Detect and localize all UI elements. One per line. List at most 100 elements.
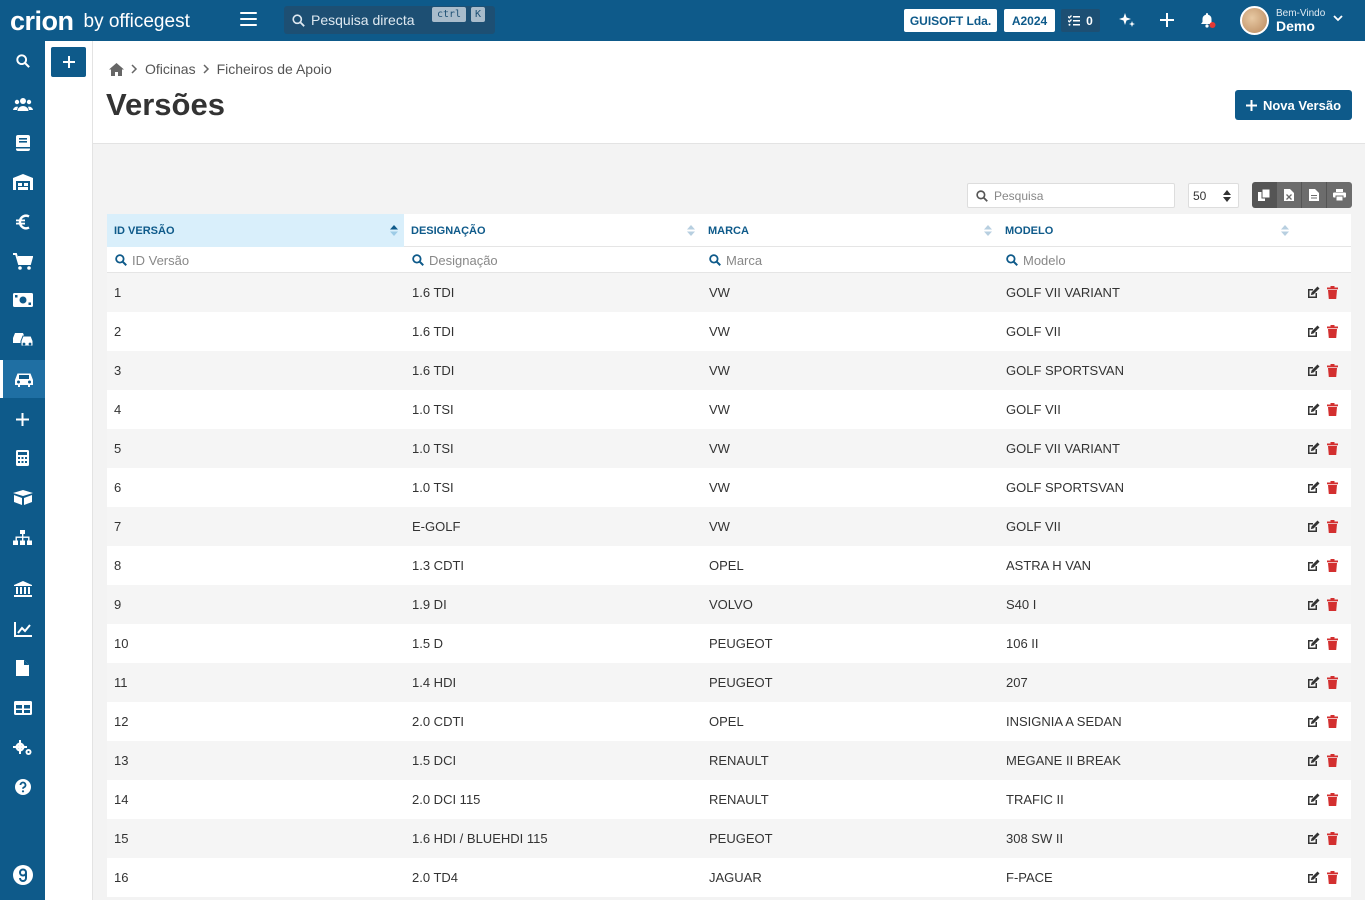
sidebar-item-users[interactable] (0, 85, 45, 123)
breadcrumb-oficinas[interactable]: Oficinas (145, 61, 196, 77)
sidebar-item-payments[interactable] (0, 281, 45, 319)
sidebar-item-bank[interactable] (0, 570, 45, 608)
delete-icon[interactable] (1326, 363, 1339, 377)
menu-toggle-icon[interactable] (240, 12, 257, 26)
pdf-export-button[interactable] (1302, 182, 1327, 208)
ai-sparkle-icon[interactable] (1117, 10, 1137, 30)
delete-icon[interactable] (1326, 870, 1339, 884)
table-row[interactable]: 5 1.0 TSI VW GOLF VII VARIANT (107, 429, 1351, 468)
table-row[interactable]: 8 1.3 CDTI OPEL ASTRA H VAN (107, 546, 1351, 585)
edit-icon[interactable] (1307, 831, 1320, 845)
notifications-bell-icon[interactable] (1197, 10, 1217, 30)
edit-icon[interactable] (1307, 363, 1320, 377)
edit-icon[interactable] (1307, 480, 1320, 494)
column-header-marca[interactable]: MARCA (701, 214, 998, 247)
user-menu[interactable]: Bem-Vindo Demo (1276, 8, 1325, 33)
delete-icon[interactable] (1326, 480, 1339, 494)
edit-icon[interactable] (1307, 402, 1320, 416)
sidebar-item-finance[interactable] (0, 203, 45, 241)
edit-icon[interactable] (1307, 441, 1320, 455)
delete-icon[interactable] (1326, 636, 1339, 650)
column-header-designacao[interactable]: DESIGNAÇÃO (404, 214, 701, 247)
add-icon[interactable] (1157, 10, 1177, 30)
delete-icon[interactable] (1326, 558, 1339, 572)
table-row[interactable]: 2 1.6 TDI VW GOLF VII (107, 312, 1351, 351)
delete-icon[interactable] (1326, 753, 1339, 767)
company-badge[interactable]: GUISOFT Lda. (904, 9, 997, 32)
table-row[interactable]: 12 2.0 CDTI OPEL INSIGNIA A SEDAN (107, 702, 1351, 741)
sidebar-item-accounting[interactable] (0, 439, 45, 477)
quick-add-button[interactable] (51, 47, 86, 77)
home-icon[interactable] (109, 62, 124, 76)
edit-icon[interactable] (1307, 753, 1320, 767)
sidebar-item-files[interactable] (0, 649, 45, 687)
column-header-id[interactable]: ID VERSÃO (107, 214, 404, 247)
delete-icon[interactable] (1326, 597, 1339, 611)
edit-icon[interactable] (1307, 636, 1320, 650)
year-badge[interactable]: A2024 (1004, 9, 1055, 32)
delete-icon[interactable] (1326, 792, 1339, 806)
table-row[interactable]: 4 1.0 TSI VW GOLF VII (107, 390, 1351, 429)
filter-modelo-input[interactable]: Modelo (1002, 247, 1066, 273)
delete-icon[interactable] (1326, 714, 1339, 728)
new-version-button[interactable]: Nova Versão (1235, 90, 1352, 120)
sidebar-item-settings[interactable] (0, 729, 45, 767)
print-button[interactable] (1327, 182, 1352, 208)
tasks-badge[interactable]: 0 (1061, 9, 1100, 32)
table-search-input[interactable]: Pesquisa (967, 183, 1175, 208)
delete-icon[interactable] (1326, 519, 1339, 533)
delete-icon[interactable] (1326, 441, 1339, 455)
edit-icon[interactable] (1307, 558, 1320, 572)
table-row[interactable]: 9 1.9 DI VOLVO S40 I (107, 585, 1351, 624)
chevron-down-icon[interactable] (1333, 13, 1343, 23)
copy-button[interactable] (1252, 182, 1277, 208)
table-row[interactable]: 16 2.0 TD4 JAGUAR F-PACE (107, 858, 1351, 897)
sidebar-item-warehouse[interactable] (0, 163, 45, 201)
sidebar-item-search[interactable] (0, 42, 45, 80)
delete-icon[interactable] (1326, 402, 1339, 416)
sidebar-item-reports[interactable] (0, 610, 45, 648)
table-row[interactable]: 11 1.4 HDI PEUGEOT 207 (107, 663, 1351, 702)
cell-id: 16 (114, 870, 129, 885)
delete-icon[interactable] (1326, 285, 1339, 299)
edit-icon[interactable] (1307, 519, 1320, 533)
filter-designacao-input[interactable]: Designação (408, 247, 498, 273)
delete-icon[interactable] (1326, 324, 1339, 338)
column-header-modelo[interactable]: MODELO (998, 214, 1295, 247)
sidebar-item-help[interactable] (0, 768, 45, 806)
sidebar-item-brand[interactable] (0, 856, 45, 894)
avatar[interactable] (1240, 6, 1269, 35)
delete-icon[interactable] (1326, 831, 1339, 845)
row-actions (1307, 714, 1339, 728)
edit-icon[interactable] (1307, 870, 1320, 884)
table-row[interactable]: 7 E-GOLF VW GOLF VII (107, 507, 1351, 546)
edit-icon[interactable] (1307, 597, 1320, 611)
edit-icon[interactable] (1307, 675, 1320, 689)
table-row[interactable]: 3 1.6 TDI VW GOLF SPORTSVAN (107, 351, 1351, 390)
app-logo[interactable]: crion by officegest (10, 3, 190, 35)
edit-icon[interactable] (1307, 792, 1320, 806)
edit-icon[interactable] (1307, 285, 1320, 299)
sidebar-item-workshops[interactable] (0, 360, 45, 398)
sidebar-item-fleet[interactable] (0, 320, 45, 358)
sidebar-item-add[interactable] (0, 400, 45, 438)
excel-export-button[interactable] (1277, 182, 1302, 208)
sidebar-item-tables[interactable] (0, 689, 45, 727)
table-row[interactable]: 14 2.0 DCI 115 RENAULT TRAFIC II (107, 780, 1351, 819)
edit-icon[interactable] (1307, 714, 1320, 728)
filter-marca-input[interactable]: Marca (705, 247, 762, 273)
table-row[interactable]: 1 1.6 TDI VW GOLF VII VARIANT (107, 273, 1351, 312)
page-size-select[interactable]: 50 (1188, 183, 1239, 208)
edit-icon[interactable] (1307, 324, 1320, 338)
delete-icon[interactable] (1326, 675, 1339, 689)
sidebar-item-documents[interactable] (0, 124, 45, 162)
sidebar-item-stock[interactable] (0, 478, 45, 516)
filter-id-input[interactable]: ID Versão (111, 247, 189, 273)
table-row[interactable]: 6 1.0 TSI VW GOLF SPORTSVAN (107, 468, 1351, 507)
sidebar-item-purchases[interactable] (0, 242, 45, 280)
sidebar-item-organization[interactable] (0, 518, 45, 556)
table-row[interactable]: 15 1.6 HDI / BLUEHDI 115 PEUGEOT 308 SW II (107, 819, 1351, 858)
table-row[interactable]: 10 1.5 D PEUGEOT 106 II (107, 624, 1351, 663)
table-row[interactable]: 13 1.5 DCI RENAULT MEGANE II BREAK (107, 741, 1351, 780)
breadcrumb-ficheiros-apoio[interactable]: Ficheiros de Apoio (217, 61, 332, 77)
